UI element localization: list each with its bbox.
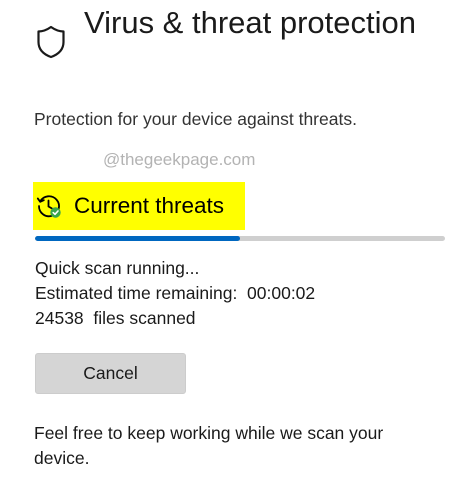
current-threats-header: Current threats: [33, 182, 245, 230]
section-title: Current threats: [74, 193, 225, 218]
history-check-icon: [36, 195, 61, 218]
files-scanned: 24538 files scanned: [35, 308, 196, 328]
scan-progress-bar: [35, 236, 445, 241]
watermark: @thegeekpage.com: [103, 150, 256, 169]
scan-info: Quick scan running... Estimated time rem…: [35, 256, 315, 331]
footer-note: Feel free to keep working while we scan …: [34, 423, 384, 468]
scan-status: Quick scan running...: [35, 258, 200, 278]
shield-icon: [37, 25, 65, 59]
time-remaining: Estimated time remaining: 00:00:02: [35, 283, 316, 303]
cancel-button[interactable]: Cancel: [35, 353, 186, 394]
page-title: Virus & threat protection: [84, 5, 416, 40]
scan-progress-fill: [35, 236, 240, 241]
page-subtitle: Protection for your device against threa…: [34, 109, 357, 129]
